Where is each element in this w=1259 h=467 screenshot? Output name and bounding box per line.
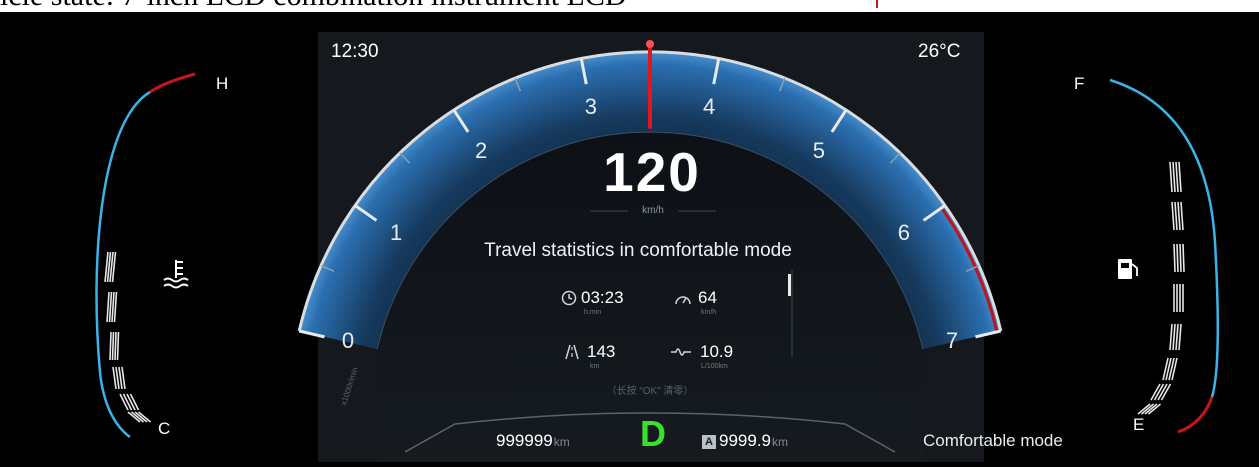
temp-gauge-segment-line [115, 366, 120, 390]
fuel-gauge-arc-blue [1109, 78, 1220, 398]
fuel-gauge-segments [1137, 161, 1185, 415]
fuel-gauge-full-label: F [1074, 74, 1085, 93]
stat-average-speed-value: 64 [698, 288, 717, 307]
instrument-cluster: 12:30 26°C 01234567 x1000r/min 120 km/h … [0, 12, 1259, 467]
stat-distance-value: 143 [587, 342, 616, 361]
stat-drive-time-value: 03:23 [581, 288, 624, 307]
fuel-gauge-segment-line [1178, 323, 1182, 351]
stats-title: Travel statistics in comfortable mode [484, 240, 792, 261]
fuel-pump-icon [1118, 259, 1138, 279]
temperature-gauge [95, 72, 196, 439]
fuel-consumption-icon [671, 348, 691, 356]
fuel-gauge-arc-red [1177, 396, 1214, 434]
clock-time: 12:30 [331, 41, 379, 62]
tach-label-7: 7 [945, 328, 959, 354]
clock-icon [561, 290, 577, 306]
speed-unit: km/h [642, 205, 664, 216]
temp-gauge-segment-line [116, 331, 120, 361]
fuel-gauge-segment-line [1176, 243, 1179, 273]
temp-gauge-segment-line [108, 291, 113, 323]
road-icon [565, 344, 579, 360]
stats-bar-mark [788, 274, 791, 296]
temp-gauge-segment-line [111, 291, 115, 323]
temp-gauge-segment-line [109, 331, 112, 361]
fuel-gauge-segment-line [1180, 201, 1184, 231]
caption-red-mark [876, 0, 878, 8]
tach-label-6: 6 [897, 220, 911, 246]
needle-tip-glow [646, 40, 654, 48]
fuel-gauge [1109, 78, 1220, 434]
stat-distance-unit: km [590, 363, 600, 370]
gear-indicator: D [640, 413, 666, 454]
trip-badge: A [702, 435, 716, 449]
coolant-temperature-icon [163, 260, 189, 289]
fuel-gauge-segment-line [1171, 201, 1175, 231]
reset-hint: （长按 “OK” 清零） [606, 386, 694, 397]
caption-text: icle state: 7-inch LCD combination instr… [0, 0, 1259, 12]
drive-mode-label: Comfortable mode [923, 431, 1063, 450]
trip-value: 9999.9 [719, 431, 771, 450]
tach-label-2: 2 [475, 138, 488, 163]
fuel-gauge-segment-line [1175, 161, 1179, 193]
fuel-gauge-segment-line [1169, 161, 1173, 193]
fuel-gauge-segment-line [1182, 243, 1185, 273]
fuel-gauge-segment-line [1172, 323, 1176, 351]
fuel-gauge-segment-line [1173, 243, 1176, 273]
temp-gauge-arc-red [149, 72, 196, 94]
fuel-gauge-segment-line [1179, 243, 1182, 273]
speedometer-icon [675, 296, 691, 305]
temp-gauge-segment-line [118, 366, 123, 390]
stat-drive-time-unit: h:min [584, 309, 602, 316]
temp-gauge-segment-line [106, 291, 110, 323]
temp-gauge-segment-line [121, 366, 126, 390]
fuel-gauge-segment-line [1169, 323, 1173, 351]
fuel-gauge-segment-line [1175, 323, 1179, 351]
stat-average-speed-unit: km/h [701, 309, 717, 316]
fuel-gauge-segment-line [1172, 161, 1176, 193]
temp-gauge-segment-line [114, 331, 117, 361]
temp-gauge-segments [104, 251, 152, 423]
speed-value: 120 [603, 141, 701, 203]
tach-label-3: 3 [584, 93, 597, 119]
temp-gauge-high-label: H [216, 74, 229, 93]
temp-gauge-segment-line [111, 331, 115, 361]
temp-gauge-segment-line [112, 366, 117, 390]
fuel-gauge-segment-line [1178, 161, 1182, 193]
fuel-gauge-segment-line [1177, 201, 1181, 231]
fuel-gauge-empty-label: E [1133, 415, 1145, 434]
odometer-unit: km [553, 435, 570, 449]
outside-temperature: 26°C [918, 41, 961, 62]
stat-fuel-consumption-unit: L/100km [701, 363, 728, 370]
odometer: 999999km [496, 432, 570, 451]
stat-fuel-consumption-value: 10.9 [700, 342, 734, 361]
fuel-gauge-segment-line [1174, 201, 1178, 231]
temp-gauge-segment-line [113, 291, 118, 323]
tach-label-5: 5 [812, 138, 825, 163]
temp-gauge-low-label: C [158, 419, 171, 438]
tach-label-4: 4 [703, 93, 716, 119]
trip-meter: A 9999.9km [702, 432, 788, 451]
odometer-value: 999999 [496, 431, 553, 450]
trip-unit: km [772, 435, 788, 449]
temp-gauge-arc-blue [95, 90, 151, 439]
tach-label-1: 1 [389, 220, 403, 246]
tach-label-0: 0 [341, 328, 355, 354]
